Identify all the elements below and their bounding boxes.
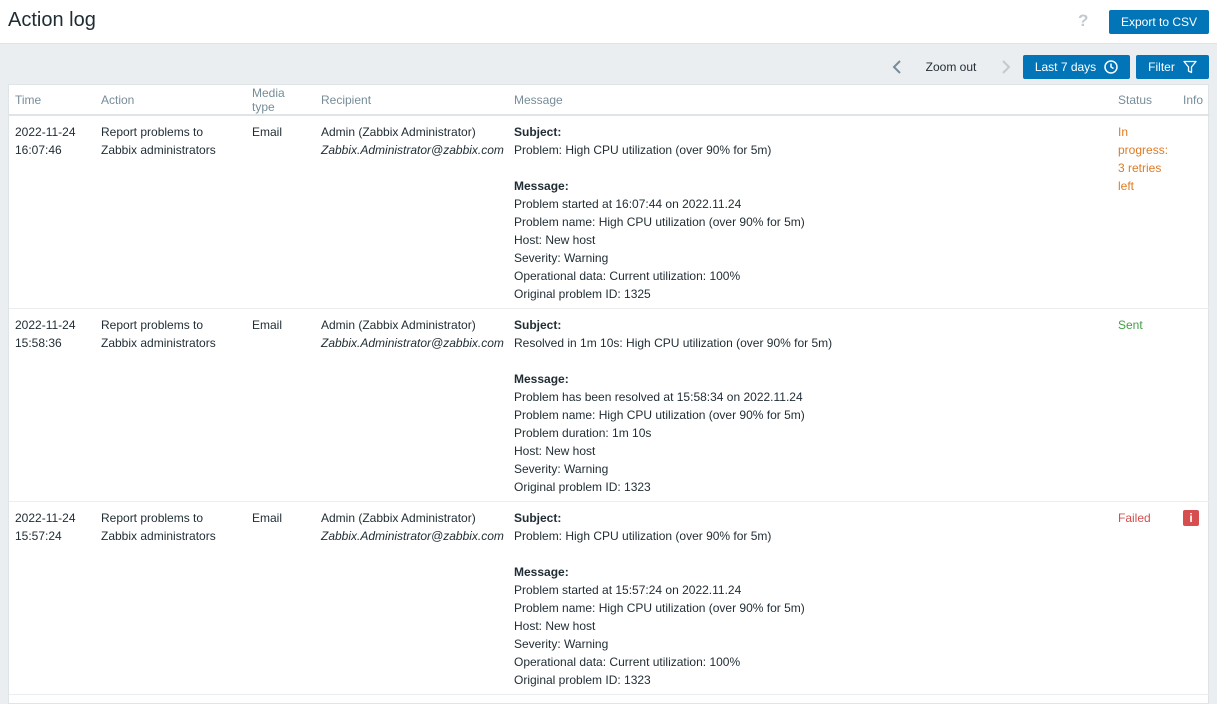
recipient-cell: Admin (Zabbix Administrator) Zabbix.Admi… bbox=[315, 115, 508, 309]
time-cell: 2022-11-24 16:07:46 bbox=[9, 115, 95, 309]
message-line: Problem duration: 1m 10s bbox=[514, 426, 652, 440]
message-line: Host: New host bbox=[514, 619, 596, 633]
status-cell: Sent bbox=[1112, 308, 1177, 502]
column-header-info: Info bbox=[1177, 85, 1210, 116]
time-text: 15:57:24 bbox=[15, 529, 62, 543]
filter-label: Filter bbox=[1148, 60, 1175, 74]
action-cell: Report problems to Zabbix administrators bbox=[95, 501, 246, 695]
zoom-out-button[interactable]: Zoom out bbox=[914, 55, 988, 79]
action-cell: Report problems to Zabbix administrators bbox=[95, 115, 246, 309]
message-line: Host: New host bbox=[514, 233, 596, 247]
message-line: Severity: Warning bbox=[514, 637, 609, 651]
page-header: Action log ? Export to CSV bbox=[0, 0, 1217, 44]
subject-text: Problem: High CPU utilization (over 90% … bbox=[514, 529, 772, 543]
column-header-time[interactable]: Time bbox=[9, 85, 95, 116]
subject-text: Resolved in 1m 10s: High CPU utilization… bbox=[514, 336, 833, 350]
table-header-row: Time Action Media type Recipient Message… bbox=[9, 85, 1210, 116]
message-label: Message: bbox=[514, 179, 569, 193]
message-line: Problem name: High CPU utilization (over… bbox=[514, 215, 805, 229]
help-icon[interactable]: ? bbox=[1078, 11, 1088, 31]
column-header-media-type[interactable]: Media type bbox=[246, 85, 315, 116]
time-text: 16:07:46 bbox=[15, 143, 62, 157]
message-line: Problem has been resolved at 15:58:34 on… bbox=[514, 390, 803, 404]
column-header-recipient[interactable]: Recipient bbox=[315, 85, 508, 116]
media-type-cell: Email bbox=[246, 501, 315, 695]
media-type-cell: Email bbox=[246, 308, 315, 502]
message-cell: Subject: Resolved in 1m 10s: High CPU ut… bbox=[508, 308, 1112, 502]
clock-icon bbox=[1104, 60, 1118, 74]
column-header-status[interactable]: Status bbox=[1112, 85, 1177, 116]
message-line: Host: New host bbox=[514, 444, 596, 458]
info-cell bbox=[1177, 308, 1210, 502]
message-cell: Subject: Problem: High CPU utilization (… bbox=[508, 501, 1112, 695]
message-line: Problem started at 15:57:24 on 2022.11.2… bbox=[514, 583, 742, 597]
message-line: Severity: Warning bbox=[514, 251, 609, 265]
action-text-line1: Report problems to bbox=[101, 125, 204, 139]
message-line: Problem name: High CPU utilization (over… bbox=[514, 601, 805, 615]
subject-label: Subject: bbox=[514, 318, 562, 332]
message-line: Original problem ID: 1323 bbox=[514, 480, 651, 494]
message-line: Severity: Warning bbox=[514, 462, 609, 476]
time-cell: 2022-11-24 15:57:24 bbox=[9, 501, 95, 695]
status-cell: Failed bbox=[1112, 501, 1177, 695]
filter-button[interactable]: Filter bbox=[1136, 55, 1209, 79]
time-period-label: Last 7 days bbox=[1034, 60, 1097, 74]
subject-label: Subject: bbox=[514, 511, 562, 525]
recipient-name: Admin (Zabbix Administrator) bbox=[321, 125, 476, 139]
page-title: Action log bbox=[8, 9, 96, 31]
message-cell: Subject: Problem: High CPU utilization (… bbox=[508, 115, 1112, 309]
date-text: 2022-11-24 bbox=[15, 318, 76, 332]
recipient-cell: Admin (Zabbix Administrator) Zabbix.Admi… bbox=[315, 501, 508, 695]
media-type-cell: Email bbox=[246, 115, 315, 309]
action-log-table-container: Time Action Media type Recipient Message… bbox=[8, 84, 1210, 704]
action-cell: Report problems to Zabbix administrators bbox=[95, 308, 246, 502]
message-line: Original problem ID: 1323 bbox=[514, 673, 651, 687]
action-text-line1: Report problems to bbox=[101, 511, 204, 525]
time-text: 15:58:36 bbox=[15, 336, 62, 350]
message-line: Problem name: High CPU utilization (over… bbox=[514, 408, 805, 422]
recipient-email: Zabbix.Administrator@zabbix.com bbox=[321, 336, 504, 350]
info-icon[interactable]: i bbox=[1183, 510, 1199, 526]
filter-icon bbox=[1183, 60, 1197, 74]
chevron-right-icon bbox=[1002, 60, 1011, 74]
subject-text: Problem: High CPU utilization (over 90% … bbox=[514, 143, 772, 157]
info-cell bbox=[1177, 115, 1210, 309]
action-text-line2: Zabbix administrators bbox=[101, 529, 216, 543]
recipient-cell: Admin (Zabbix Administrator) Zabbix.Admi… bbox=[315, 308, 508, 502]
message-label: Message: bbox=[514, 372, 569, 386]
info-cell: i bbox=[1177, 501, 1210, 695]
action-log-table: Time Action Media type Recipient Message… bbox=[9, 85, 1210, 695]
status-cell: In progress: 3 retries left bbox=[1112, 115, 1177, 309]
message-line: Original problem ID: 1325 bbox=[514, 287, 651, 301]
recipient-email: Zabbix.Administrator@zabbix.com bbox=[321, 529, 504, 543]
message-line: Operational data: Current utilization: 1… bbox=[514, 269, 741, 283]
action-text-line1: Report problems to bbox=[101, 318, 204, 332]
action-text-line2: Zabbix administrators bbox=[101, 336, 216, 350]
message-line: Problem started at 16:07:44 on 2022.11.2… bbox=[514, 197, 742, 211]
column-header-action[interactable]: Action bbox=[95, 85, 246, 116]
recipient-email: Zabbix.Administrator@zabbix.com bbox=[321, 143, 504, 157]
chevron-left-icon bbox=[892, 60, 901, 74]
message-line: Operational data: Current utilization: 1… bbox=[514, 655, 741, 669]
next-period-button[interactable] bbox=[994, 55, 1018, 79]
date-text: 2022-11-24 bbox=[15, 125, 76, 139]
table-row: 2022-11-24 15:58:36 Report problems to Z… bbox=[9, 308, 1210, 502]
message-label: Message: bbox=[514, 565, 569, 579]
column-header-message: Message bbox=[508, 85, 1112, 116]
time-cell: 2022-11-24 15:58:36 bbox=[9, 308, 95, 502]
export-csv-button[interactable]: Export to CSV bbox=[1109, 10, 1209, 34]
recipient-name: Admin (Zabbix Administrator) bbox=[321, 511, 476, 525]
time-period-button[interactable]: Last 7 days bbox=[1023, 55, 1130, 79]
recipient-name: Admin (Zabbix Administrator) bbox=[321, 318, 476, 332]
subject-label: Subject: bbox=[514, 125, 562, 139]
previous-period-button[interactable] bbox=[885, 55, 909, 79]
table-row: 2022-11-24 16:07:46 Report problems to Z… bbox=[9, 115, 1210, 309]
table-row: 2022-11-24 15:57:24 Report problems to Z… bbox=[9, 501, 1210, 695]
action-text-line2: Zabbix administrators bbox=[101, 143, 216, 157]
date-text: 2022-11-24 bbox=[15, 511, 76, 525]
